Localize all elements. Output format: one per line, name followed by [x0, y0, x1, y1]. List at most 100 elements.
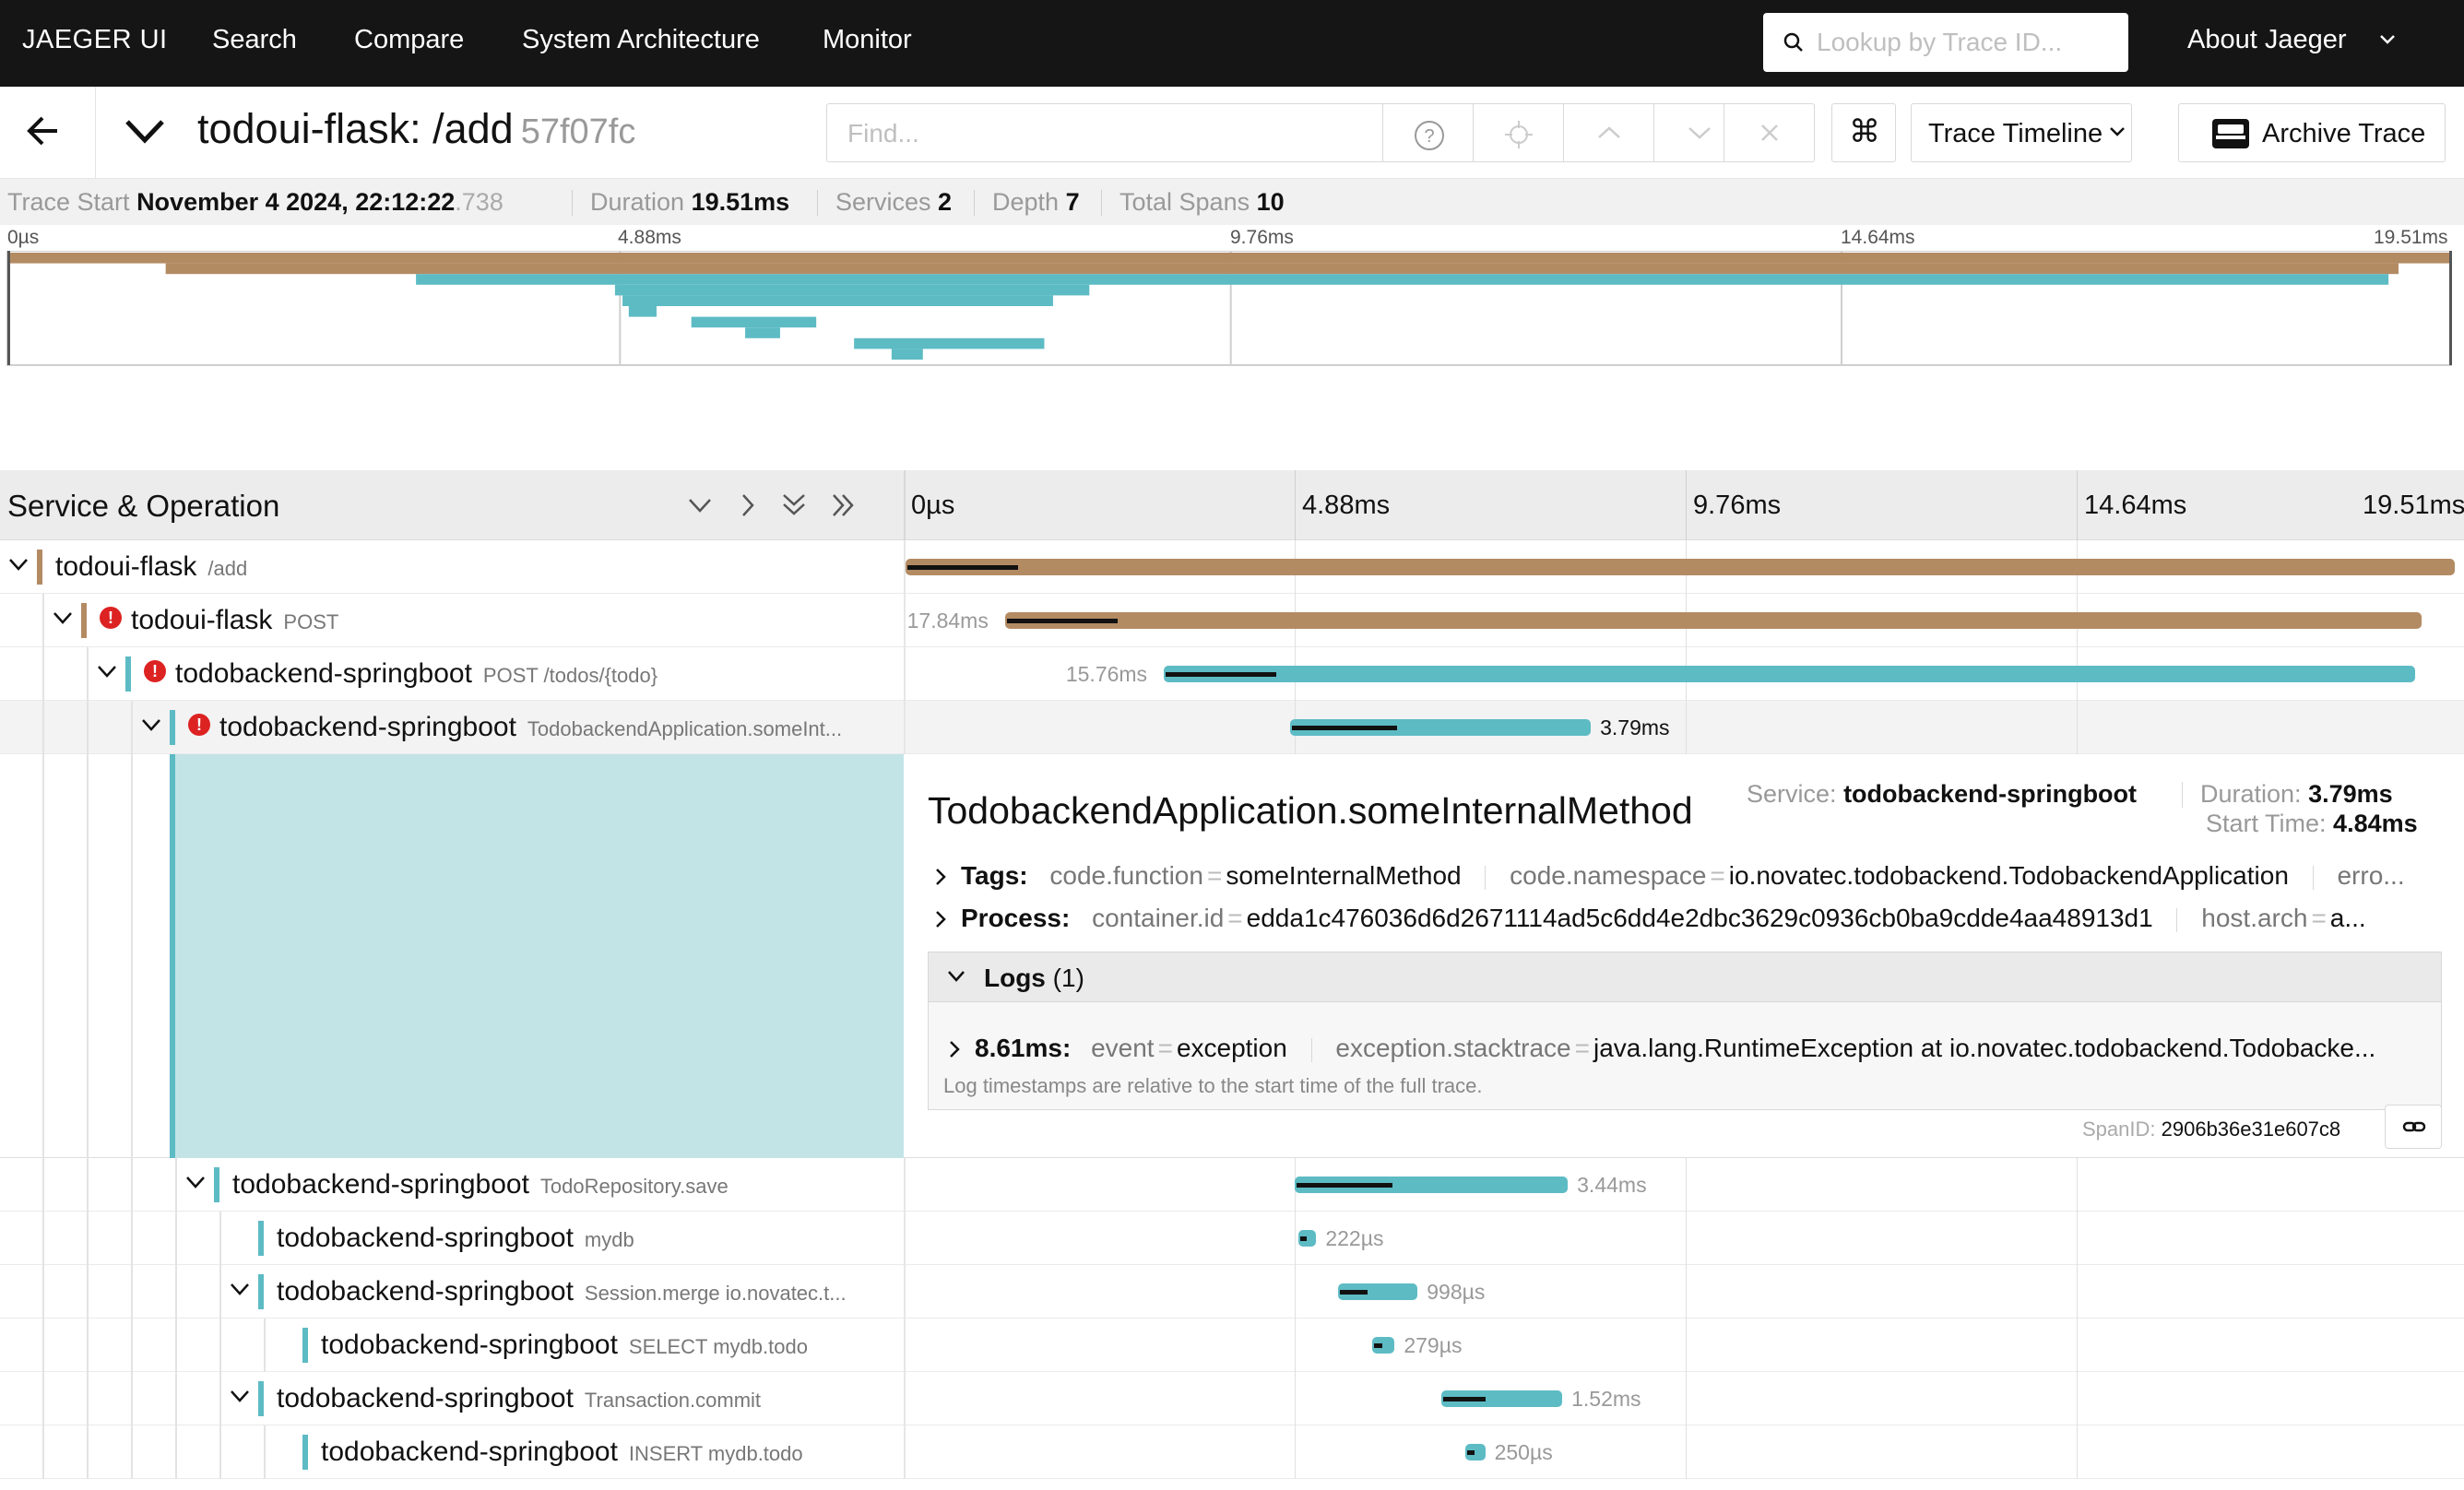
chevron-down-icon[interactable]: [52, 609, 74, 627]
collapse-one-icon[interactable]: [686, 492, 714, 518]
detail-service-bar: [170, 754, 175, 1158]
nav-search[interactable]: Search: [212, 25, 297, 55]
help-icon: ?: [1415, 121, 1444, 150]
span-name[interactable]: todoui-flask POST: [131, 605, 338, 636]
span-id: SpanID: 2906b36e31e607c8: [2082, 1118, 2341, 1141]
trace-id-input[interactable]: [1817, 22, 2112, 63]
minimap-span-bar: [165, 263, 2399, 275]
chevron-down-icon[interactable]: [7, 555, 30, 574]
span-duration: 15.76ms: [1065, 662, 1148, 686]
chevron-down-icon[interactable]: [140, 715, 162, 734]
process-row[interactable]: Process: container.id = edda1c476036d6d267…: [933, 904, 2366, 933]
span-row[interactable]: ! todobackend-springboot TodobackendApplic…: [0, 701, 2464, 754]
span-name[interactable]: todobackend-springboot Transaction.commit: [277, 1383, 761, 1414]
span-bar[interactable]: [1163, 666, 2415, 682]
svg-text:?: ?: [1424, 126, 1434, 147]
span-row[interactable]: todobackend-springboot INSERT mydb.todo 25…: [0, 1425, 2464, 1479]
keyboard-shortcuts-button[interactable]: ⌘: [1831, 103, 1896, 162]
archive-trace-button[interactable]: Archive Trace: [2178, 103, 2446, 162]
nav-compare[interactable]: Compare: [354, 25, 464, 55]
find-box: ?: [826, 103, 1815, 162]
minimap-handle-left: [7, 251, 10, 365]
service-color-bar: [125, 656, 131, 692]
span-row[interactable]: todobackend-springboot Transaction.commit…: [0, 1372, 2464, 1425]
command-icon: ⌘: [1849, 114, 1880, 149]
minimap-span-bar: [854, 337, 1045, 349]
nav-system-architecture[interactable]: System Architecture: [522, 25, 760, 55]
trace-header: todoui-flask: /add57f07fc ? ⌘ Trace Time…: [0, 87, 2464, 179]
span-name[interactable]: todobackend-springboot SELECT mydb.todo: [321, 1330, 808, 1361]
trace-services: Services 2: [835, 188, 953, 216]
brand-logo[interactable]: JAEGER UI: [22, 25, 168, 55]
column-resizer[interactable]: [904, 470, 906, 540]
prev-match-button[interactable]: [1563, 104, 1653, 161]
trace-minimap[interactable]: 0µs 4.88ms 9.76ms 14.64ms 19.51ms: [0, 225, 2464, 367]
archive-label: Archive Trace: [2262, 119, 2426, 148]
error-icon: !: [188, 714, 210, 736]
copy-link-button[interactable]: [2385, 1105, 2442, 1149]
back-button[interactable]: [0, 87, 96, 179]
chevron-down-icon[interactable]: [124, 114, 166, 148]
service-color-bar: [214, 1167, 219, 1202]
arrow-left-icon: [27, 116, 57, 146]
view-select[interactable]: Trace Timeline: [1911, 103, 2132, 162]
chevron-up-icon: [1598, 126, 1620, 138]
minimap-canvas[interactable]: [0, 251, 2464, 367]
span-name[interactable]: todobackend-springboot INSERT mydb.todo: [321, 1437, 803, 1468]
span-duration: 279µs: [1404, 1333, 1463, 1357]
expand-one-icon[interactable]: [734, 492, 762, 518]
span-row[interactable]: todobackend-springboot Session.merge io.n…: [0, 1265, 2464, 1319]
chevron-right-icon: [950, 1041, 960, 1058]
logs-header[interactable]: Logs (1): [929, 952, 2441, 1002]
tags-row[interactable]: Tags: code.function = someInternalMethod c…: [933, 861, 2405, 891]
minimap-tick: 14.64ms: [1841, 227, 1915, 248]
error-icon: !: [144, 660, 166, 682]
span-name[interactable]: todobackend-springboot TodoRepository.sav…: [232, 1169, 729, 1200]
span-row[interactable]: ! todoui-flask POST 17.84ms: [0, 594, 2464, 647]
chevron-down-icon[interactable]: [229, 1280, 251, 1298]
span-row[interactable]: todoui-flask/add: [0, 540, 2464, 594]
self-time-bar: [1296, 1183, 1392, 1188]
service-color-bar: [302, 1435, 308, 1470]
timeline-tick: 19.51ms: [2363, 491, 2464, 520]
help-button[interactable]: ?: [1382, 104, 1473, 161]
service-color-bar: [81, 603, 87, 638]
service-color-bar: [258, 1274, 264, 1309]
span-name[interactable]: todobackend-springboot Session.merge io.n…: [277, 1276, 847, 1307]
span-bar[interactable]: [1004, 612, 2422, 629]
about-label: About Jaeger: [2187, 25, 2347, 54]
self-time-bar: [1300, 1236, 1307, 1241]
span-name[interactable]: todobackend-springboot POST /todos/{todo}: [175, 658, 657, 690]
span-name[interactable]: todobackend-springboot TodobackendApplica…: [219, 712, 842, 743]
chevron-down-icon[interactable]: [184, 1173, 207, 1191]
span-row[interactable]: todobackend-springboot mydb 222µs: [0, 1212, 2464, 1265]
span-bar[interactable]: [906, 559, 2455, 575]
minimap-span-bar: [416, 274, 2389, 285]
close-icon: [1761, 124, 1778, 141]
locate-button[interactable]: [1473, 104, 1563, 161]
chevron-down-icon: [2110, 127, 2125, 136]
find-input[interactable]: [847, 115, 1364, 152]
span-row[interactable]: todobackend-springboot TodoRepository.sav…: [0, 1158, 2464, 1212]
chevron-right-icon: [936, 911, 946, 928]
span-duration: 3.79ms: [1600, 715, 1670, 739]
span-name[interactable]: todoui-flask/add: [55, 551, 247, 583]
chevron-down-icon[interactable]: [229, 1387, 251, 1405]
chevron-down-icon[interactable]: [96, 662, 118, 680]
minimap-span-bar: [891, 349, 923, 360]
about-jaeger-menu[interactable]: About Jaeger: [2187, 25, 2395, 55]
clear-find-button[interactable]: [1724, 104, 1816, 161]
span-row[interactable]: ! todobackend-springboot POST /todos/{todo…: [0, 647, 2464, 701]
span-duration: 250µs: [1494, 1440, 1553, 1464]
minimap-tick: 4.88ms: [618, 227, 681, 248]
expand-all-icon[interactable]: [830, 492, 858, 518]
log-entry[interactable]: 8.61ms: event = exception exception.stackt…: [947, 1034, 2375, 1063]
span-detail-panel: TodobackendApplication.someInternalMetho…: [0, 754, 2464, 1158]
span-row[interactable]: todobackend-springboot SELECT mydb.todo 27…: [0, 1319, 2464, 1372]
minimap-span-bar: [691, 316, 817, 328]
log-note: Log timestamps are relative to the start…: [943, 1074, 1483, 1097]
collapse-all-icon[interactable]: [780, 492, 808, 518]
nav-monitor[interactable]: Monitor: [823, 25, 912, 55]
chevron-down-icon: [1688, 127, 1711, 139]
span-name[interactable]: todobackend-springboot mydb: [277, 1223, 634, 1254]
